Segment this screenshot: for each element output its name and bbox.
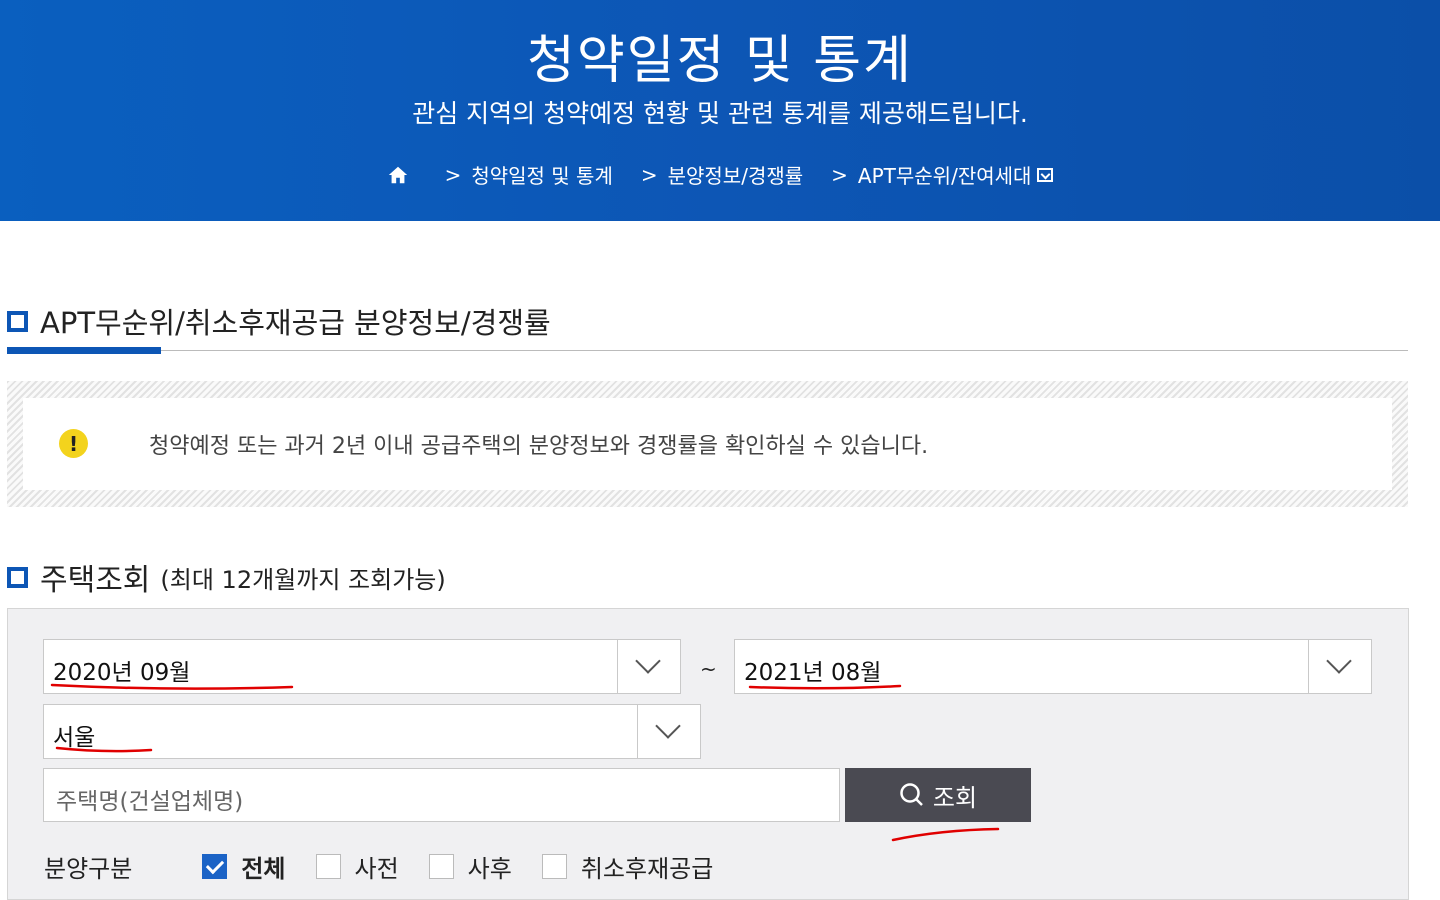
sale-type-filter: 분양구분 전체 사전 사후 취소후재공급 — [44, 849, 743, 884]
filter-label: 분양구분 — [44, 855, 133, 883]
annotation-underline — [55, 746, 153, 753]
chevron-down-icon[interactable] — [637, 705, 700, 758]
section-title-text: APT무순위/취소후재공급 분양정보/경쟁률 — [40, 306, 551, 340]
section-divider — [7, 350, 1408, 351]
section-title: APT무순위/취소후재공급 분양정보/경쟁률 — [7, 300, 551, 342]
home-icon[interactable] — [387, 164, 409, 186]
filter-option-post[interactable]: 사후 — [428, 849, 512, 884]
filter-option-label: 전체 — [241, 855, 286, 883]
chevron-right-icon: > — [831, 162, 848, 187]
notice-box: ! 청약예정 또는 과거 2년 이내 공급주택의 분양정보와 경쟁률을 확인하실… — [7, 381, 1408, 507]
hero-title: 청약일정 및 통계 — [527, 31, 913, 91]
annotation-underline — [748, 684, 902, 690]
filter-option-label: 취소후재공급 — [580, 855, 714, 883]
filter-option-resupply[interactable]: 취소후재공급 — [541, 849, 714, 884]
search-button-label: 조회 — [932, 784, 978, 812]
notice-inner: ! 청약예정 또는 과거 2년 이내 공급주택의 분양정보와 경쟁률을 확인하실… — [23, 398, 1392, 490]
checkbox-icon[interactable] — [315, 854, 341, 879]
notice-text: 청약예정 또는 과거 2년 이내 공급주택의 분양정보와 경쟁률을 확인하실 수… — [149, 434, 929, 459]
search-icon — [900, 783, 923, 806]
breadcrumb: > 청약일정 및 통계 > 분양정보/경쟁률 > APT무순위/잔여세대 — [0, 160, 1440, 189]
page-hero: 청약일정 및 통계 관심 지역의 청약예정 현황 및 관련 통계를 제공해드립니… — [0, 0, 1440, 221]
chevron-down-icon[interactable] — [1308, 640, 1371, 693]
checkbox-icon[interactable] — [541, 854, 567, 879]
section-divider-accent — [7, 347, 161, 354]
warning-icon: ! — [59, 429, 88, 458]
annotation-underline — [891, 827, 1000, 842]
chevron-right-icon: > — [444, 162, 462, 187]
search-button[interactable]: 조회 — [845, 768, 1031, 822]
search-subtitle: (최대 12개월까지 조회가능) — [160, 565, 446, 594]
filter-option-pre[interactable]: 사전 — [315, 849, 399, 884]
filter-option-all[interactable]: 전체 — [202, 849, 286, 884]
dropdown-toggle-icon[interactable] — [1037, 167, 1054, 182]
breadcrumb-item-apt-remaining[interactable]: APT무순위/잔여세대 — [858, 160, 1032, 189]
range-separator: ~ — [700, 657, 717, 681]
house-name-placeholder: 주택명(건설업체명) — [56, 789, 244, 815]
checkbox-checked-icon[interactable] — [202, 854, 228, 879]
square-bullet-icon — [7, 566, 28, 588]
house-name-input[interactable]: 주택명(건설업체명) — [43, 768, 840, 822]
hero-subtitle: 관심 지역의 청약예정 현황 및 관련 통계를 제공해드립니다. — [412, 99, 1028, 128]
filter-option-label: 사후 — [467, 855, 512, 883]
chevron-down-icon[interactable] — [617, 640, 680, 693]
breadcrumb-item-sale-info[interactable]: 분양정보/경쟁률 — [668, 160, 804, 189]
checkbox-icon[interactable] — [428, 854, 454, 879]
chevron-right-icon: > — [640, 162, 658, 187]
annotation-underline — [50, 683, 294, 690]
search-section-title: 주택조회 (최대 12개월까지 조회가능) — [7, 555, 446, 599]
square-bullet-icon — [7, 310, 28, 332]
breadcrumb-item-schedule[interactable]: 청약일정 및 통계 — [471, 160, 613, 189]
filter-option-label: 사전 — [354, 855, 399, 883]
search-title: 주택조회 — [40, 563, 151, 598]
